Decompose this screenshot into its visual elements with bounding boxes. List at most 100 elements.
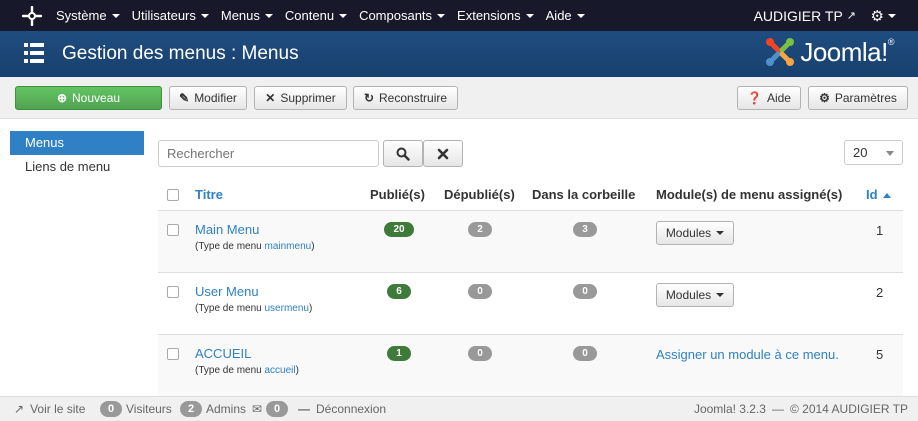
modules-dropdown-button[interactable]: Modules [656, 221, 734, 245]
caret-down-icon [339, 13, 348, 18]
column-header-id[interactable]: Id [866, 187, 891, 202]
logout-label: Déconnexion [316, 402, 387, 416]
joomla-logo: Joomla!® [764, 36, 895, 68]
nav-label: Extensions [457, 8, 521, 23]
site-name: AUDIGIER TP [753, 7, 843, 24]
delete-button[interactable]: ✕ Supprimer [254, 86, 347, 110]
nav-item-users[interactable]: Utilisateurs [132, 8, 209, 23]
menu-id: 1 [876, 223, 884, 238]
button-label: Supprimer [280, 91, 336, 105]
menu-type-prefix: (Type de menu [195, 303, 262, 314]
button-label: Paramètres [834, 91, 897, 105]
options-button[interactable]: ⚙ Paramètres [808, 86, 908, 110]
header-label: Titre [195, 187, 223, 202]
list-limit-select[interactable]: 20 [844, 140, 903, 165]
menu-type-line: (Type de menu mainmenu) [195, 241, 315, 252]
new-button[interactable]: ⊕ Nouveau [15, 86, 162, 110]
table-header: Titre Publié(s) Dépublié(s) Dans la corb… [158, 178, 903, 211]
nav-label: Système [56, 8, 107, 23]
trashed-count-badge[interactable]: 3 [573, 222, 597, 237]
envelope-icon: ✉ [252, 402, 263, 416]
menu-type-suffix: ) [311, 241, 315, 252]
minus-icon: — [298, 402, 310, 416]
nav-item-help[interactable]: Aide [546, 8, 585, 23]
registered-mark: ® [887, 36, 895, 47]
close-icon [437, 148, 449, 159]
caret-down-icon [886, 151, 894, 156]
clear-search-button[interactable] [423, 140, 463, 167]
caret-down-icon [200, 13, 209, 18]
close-icon: ✕ [265, 91, 276, 105]
user-settings-dropdown[interactable]: ⚙ [871, 0, 896, 31]
published-count-badge[interactable]: 6 [387, 284, 411, 299]
menu-type-line: (Type de menu usermenu) [195, 303, 312, 314]
sidebar-item-menus[interactable]: Menus [10, 131, 144, 155]
logo-wordmark: Joomla! [800, 36, 888, 67]
published-count-badge[interactable]: 1 [387, 346, 411, 361]
joomla-version: Joomla! 3.2.3 [693, 402, 766, 416]
toolbar: ⊕ Nouveau ✎ Modifier ✕ Supprimer ↻ Recon… [0, 77, 918, 119]
main-menu: Système Utilisateurs Menus Contenu Compo… [56, 0, 597, 31]
gear-icon: ⚙ [819, 91, 830, 105]
button-label: Modules [665, 226, 712, 240]
nav-item-components[interactable]: Composants [359, 8, 446, 23]
visitors-label: Visiteurs [126, 402, 172, 416]
caret-down-icon [437, 13, 446, 18]
menu-type-prefix: (Type de menu [195, 241, 262, 252]
edit-button[interactable]: ✎ Modifier [169, 86, 247, 110]
menu-type-link[interactable]: usermenu [265, 303, 309, 314]
menu-title-link[interactable]: Main Menu [195, 222, 259, 237]
select-all-checkbox[interactable] [167, 189, 179, 201]
messages-status[interactable]: ✉ 0 [252, 397, 292, 421]
unpublished-count-badge[interactable]: 2 [468, 222, 492, 237]
menu-title-link[interactable]: ACCUEIL [195, 346, 251, 361]
button-label: Aide [766, 91, 791, 105]
top-navbar: Système Utilisateurs Menus Contenu Compo… [0, 0, 918, 31]
unpublished-count-badge[interactable]: 0 [468, 346, 492, 361]
menu-type-link[interactable]: accueil [265, 365, 296, 376]
trashed-count-badge[interactable]: 0 [573, 346, 597, 361]
published-count-badge[interactable]: 20 [384, 222, 414, 237]
menu-title-link[interactable]: User Menu [195, 284, 259, 299]
header-label: Id [866, 187, 878, 202]
external-link-icon: ↗ [846, 10, 856, 22]
table-row: User Menu (Type de menu usermenu) 6 0 0 … [158, 273, 903, 335]
nav-item-content[interactable]: Contenu [285, 8, 348, 23]
search-button[interactable] [383, 140, 423, 167]
edit-icon: ✎ [179, 91, 190, 105]
view-site-link[interactable]: ↗ Voir le site [14, 397, 85, 421]
help-button[interactable]: ❓ Aide [737, 86, 801, 110]
assign-module-link[interactable]: Assigner un module à ce menu. [656, 347, 839, 362]
external-link-icon: ↗ [14, 402, 25, 416]
column-header-title[interactable]: Titre [195, 187, 223, 202]
page-header: Gestion des menus : Menus Joomla!® [0, 31, 918, 77]
visitors-status: 0 Visiteurs [100, 397, 172, 421]
page-title: Gestion des menus : Menus [62, 43, 299, 64]
nav-item-system[interactable]: Système [56, 8, 120, 23]
logout-link[interactable]: — Déconnexion [298, 397, 386, 421]
menus-table: Titre Publié(s) Dépublié(s) Dans la corb… [158, 178, 903, 397]
list-icon [24, 43, 44, 63]
column-header-modules: Module(s) de menu assigné(s) [656, 187, 843, 202]
row-checkbox[interactable] [167, 286, 179, 298]
refresh-icon: ↻ [363, 91, 375, 105]
row-checkbox[interactable] [167, 348, 179, 360]
menu-type-link[interactable]: mainmenu [265, 241, 312, 252]
joomla-brand-icon[interactable] [22, 6, 42, 26]
row-checkbox[interactable] [167, 224, 179, 236]
trashed-count-badge[interactable]: 0 [573, 284, 597, 299]
site-name-link[interactable]: AUDIGIER TP ↗ [754, 0, 856, 31]
sidebar-item-menu-items[interactable]: Liens de menu [10, 155, 144, 179]
modules-dropdown-button[interactable]: Modules [656, 283, 734, 307]
menu-type-suffix: ) [295, 365, 299, 376]
nav-item-extensions[interactable]: Extensions [457, 8, 534, 23]
footer-separator: — [771, 402, 784, 416]
caret-down-icon [264, 13, 273, 18]
search-input[interactable] [158, 140, 379, 167]
button-label: Nouveau [72, 91, 121, 105]
nav-item-menus[interactable]: Menus [221, 8, 273, 23]
nav-label: Aide [545, 8, 572, 23]
gear-icon: ⚙ [870, 7, 884, 25]
unpublished-count-badge[interactable]: 0 [468, 284, 492, 299]
rebuild-button[interactable]: ↻ Reconstruire [353, 86, 458, 110]
